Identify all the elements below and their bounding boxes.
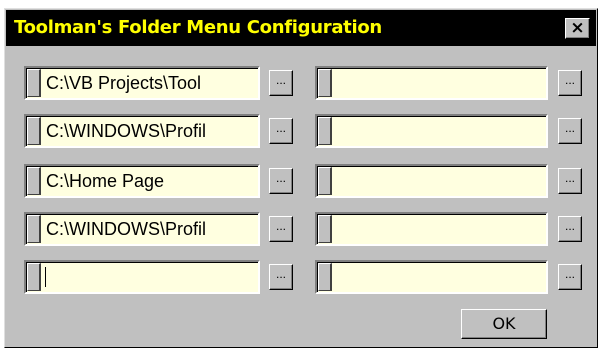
dialog-title: Toolman's Folder Menu Configuration	[14, 17, 382, 38]
folder-path-field[interactable]	[315, 164, 548, 198]
drag-handle[interactable]	[318, 167, 332, 195]
browse-button[interactable]: ...	[558, 70, 582, 96]
folder-path-text: C:\VB Projects\Tool	[46, 73, 202, 93]
folder-path-text	[337, 262, 544, 292]
browse-button[interactable]: ...	[558, 168, 582, 194]
folder-path-field[interactable]	[315, 66, 548, 100]
title-bar[interactable]: Toolman's Folder Menu Configuration ×	[6, 10, 596, 46]
folder-path-field[interactable]: C:\Home Page	[24, 164, 260, 198]
drag-handle[interactable]	[27, 117, 41, 145]
folder-path-field[interactable]	[315, 114, 548, 148]
folder-path-text: C:\WINDOWS\Profil	[46, 219, 206, 239]
drag-handle[interactable]	[318, 215, 332, 243]
drag-handle[interactable]	[27, 215, 41, 243]
browse-button[interactable]: ...	[558, 216, 582, 242]
close-icon: ×	[570, 18, 585, 38]
drag-handle[interactable]	[318, 263, 332, 291]
browse-button[interactable]: ...	[558, 264, 582, 290]
folder-path-text	[337, 166, 544, 196]
close-button[interactable]: ×	[565, 18, 590, 39]
folder-path-text	[46, 262, 256, 292]
folder-path-field[interactable]: C:\WINDOWS\Profil	[24, 114, 260, 148]
folder-path-field[interactable]: C:\VB Projects\Tool	[24, 66, 260, 100]
browse-button[interactable]: ...	[269, 70, 293, 96]
folder-path-text: C:\Home Page	[46, 171, 165, 191]
folder-path-text	[337, 68, 544, 98]
drag-handle[interactable]	[318, 69, 332, 97]
browse-button[interactable]: ...	[269, 216, 293, 242]
folder-path-text	[337, 214, 544, 244]
browse-button[interactable]: ...	[269, 118, 293, 144]
browse-button[interactable]: ...	[269, 264, 293, 290]
drag-handle[interactable]	[27, 263, 41, 291]
folder-path-field[interactable]: C:\WINDOWS\Profil	[24, 212, 260, 246]
folder-path-field[interactable]	[24, 260, 260, 294]
browse-button[interactable]: ...	[269, 168, 293, 194]
drag-handle[interactable]	[27, 167, 41, 195]
folder-path-field[interactable]	[315, 212, 548, 246]
ok-button[interactable]: OK	[461, 309, 547, 339]
drag-handle[interactable]	[318, 117, 332, 145]
drag-handle[interactable]	[27, 69, 41, 97]
folder-path-text: C:\WINDOWS\Profil	[46, 121, 206, 141]
folder-path-field[interactable]	[315, 260, 548, 294]
folder-path-text	[337, 116, 544, 146]
browse-button[interactable]: ...	[558, 118, 582, 144]
config-dialog: Toolman's Folder Menu Configuration × C:…	[4, 8, 598, 348]
